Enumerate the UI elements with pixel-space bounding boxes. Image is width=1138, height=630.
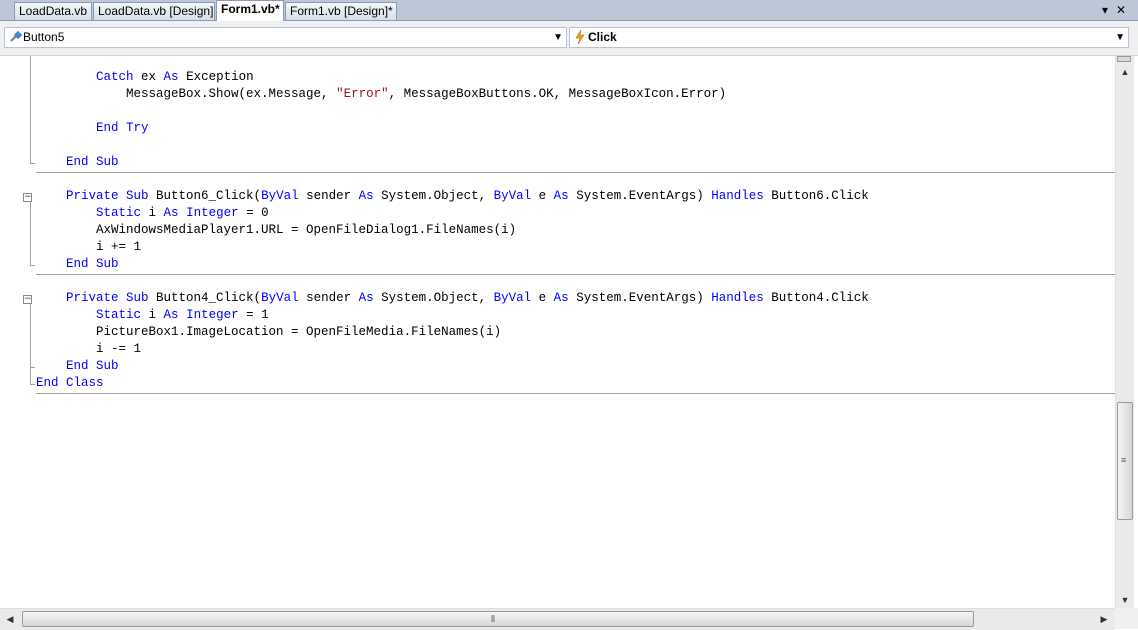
outline-end-tick [30,384,35,385]
method-separator [36,393,1115,394]
scroll-down-icon[interactable]: ▼ [1116,592,1134,608]
method-separator [36,274,1115,275]
horizontal-scrollbar[interactable]: ◀ ⦀ ▶ [0,608,1115,630]
code-line: Static i As Integer = 1 [96,308,269,322]
outline-guide [30,56,31,164]
class-name-value: Button5 [23,30,65,44]
code-line: MessageBox.Show(ex.Message, "Error", Mes… [126,87,727,101]
code-line: Private Sub Button6_Click(ByVal sender A… [66,189,869,203]
tab-list-dropdown-icon[interactable]: ▾ [1098,1,1112,19]
lightning-event-icon [574,28,586,47]
tab-form1-design[interactable]: Form1.vb [Design]* [285,2,397,20]
scroll-right-icon[interactable]: ▶ [1096,609,1112,629]
document-tab-strip: LoadData.vb LoadData.vb [Design] Form1.v… [0,0,1138,21]
code-line: End Class [36,376,104,390]
vertical-scroll-thumb[interactable]: ≡ [1117,402,1133,520]
tab-form1-vb[interactable]: Form1.vb* [216,0,284,21]
code-line: End Try [96,121,149,135]
outline-guide [30,304,31,368]
outline-end-tick [30,265,35,266]
outline-end-tick [30,163,35,164]
outline-guide [30,368,31,385]
method-name-value: Click [588,30,617,44]
code-line: End Sub [66,359,119,373]
method-name-dropdown[interactable]: Click ▼ [569,27,1129,48]
code-editor[interactable]: − − Catch ex As Exception MessageBox.Sho… [0,56,1115,608]
code-line: End Sub [66,155,119,169]
outline-guide [30,202,31,266]
vertical-scrollbar[interactable]: ▲ ≡ ▼ [1115,56,1134,608]
class-member-icon [9,28,23,47]
code-line: AxWindowsMediaPlayer1.URL = OpenFileDial… [96,223,517,237]
method-separator [36,172,1115,173]
tab-label: LoadData.vb [Design] [98,4,214,18]
horizontal-scroll-thumb[interactable]: ⦀ [22,611,974,627]
scroll-left-icon[interactable]: ◀ [2,609,18,629]
code-line: Static i As Integer = 0 [96,206,269,220]
collapse-toggle-icon[interactable]: − [23,193,32,202]
tab-loaddata-vb[interactable]: LoadData.vb [14,2,92,20]
scrollbar-corner [1115,608,1138,629]
tab-label: Form1.vb [Design]* [290,4,393,18]
tab-label: Form1.vb* [221,2,280,16]
code-line: i -= 1 [96,342,142,356]
class-name-dropdown[interactable]: Button5 ▼ [4,27,567,48]
code-line: End Sub [66,257,119,271]
grip-icon: ≡ [1121,455,1127,465]
tab-loaddata-design[interactable]: LoadData.vb [Design] [93,2,215,20]
collapse-toggle-icon[interactable]: − [23,295,32,304]
tab-label: LoadData.vb [19,4,88,18]
code-line: i += 1 [96,240,142,254]
code-line: PictureBox1.ImageLocation = OpenFileMedi… [96,325,502,339]
close-icon[interactable]: ✕ [1114,1,1128,19]
editor-splitter-handle[interactable] [1117,56,1131,62]
code-navigation-bar: Button5 ▼ Click ▼ [0,21,1138,56]
chevron-down-icon: ▼ [1115,32,1125,43]
code-line: Private Sub Button4_Click(ByVal sender A… [66,291,869,305]
chevron-down-icon: ▼ [553,32,563,43]
scroll-up-icon[interactable]: ▲ [1116,64,1134,80]
code-line: Catch ex As Exception [96,70,254,84]
grip-icon: ⦀ [491,614,495,624]
